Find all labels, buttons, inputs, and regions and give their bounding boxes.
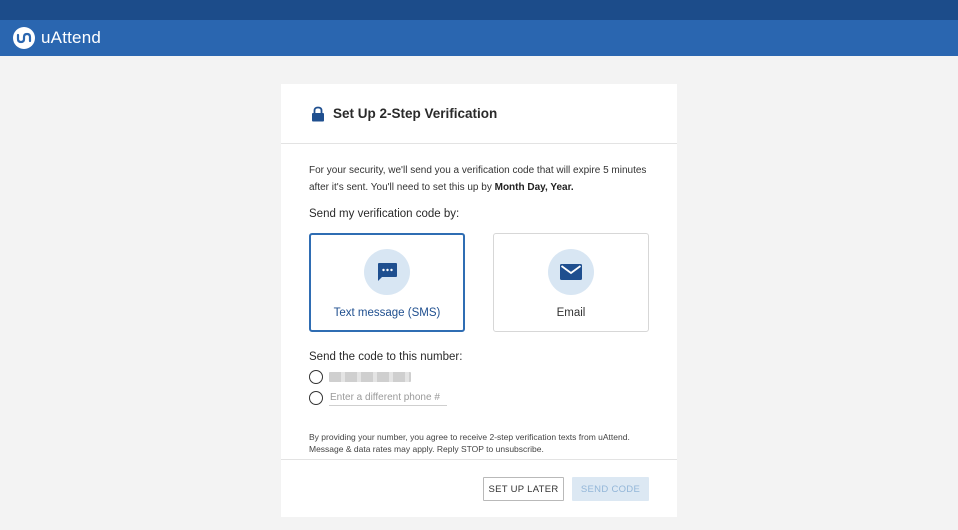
intro-deadline: Month Day, Year.	[494, 182, 574, 193]
dialog-header: Set Up 2-Step Verification	[281, 84, 677, 144]
envelope-icon	[560, 264, 582, 280]
intro-prefix: For your security, we'll send you a veri…	[309, 165, 647, 193]
different-number-row[interactable]	[309, 390, 447, 406]
set-up-later-button[interactable]: SET UP LATER	[483, 477, 564, 501]
phone-number-input[interactable]	[329, 390, 447, 406]
top-strip	[0, 0, 958, 20]
verification-dialog: Set Up 2-Step Verification For your secu…	[281, 84, 677, 517]
brand-name: uAttend	[41, 28, 102, 47]
number-label: Send the code to this number:	[309, 351, 463, 363]
app-header: uAttend	[0, 20, 958, 56]
chat-bubble-icon	[378, 263, 397, 281]
dialog-title: Set Up 2-Step Verification	[333, 106, 498, 121]
masked-phone-number	[329, 372, 411, 382]
email-option-label: Email	[556, 307, 586, 319]
sms-icon-bubble	[364, 249, 410, 295]
lock-icon	[312, 106, 324, 121]
dialog-footer: SET UP LATER SEND CODE	[281, 459, 677, 517]
method-label: Send my verification code by:	[309, 208, 460, 220]
sms-option[interactable]: Text message (SMS)	[309, 233, 465, 332]
consent-text: By providing your number, you agree to r…	[309, 432, 630, 454]
sms-option-label: Text message (SMS)	[333, 307, 441, 319]
email-option[interactable]: Email	[493, 233, 649, 332]
email-icon-bubble	[548, 249, 594, 295]
intro-text: For your security, we'll send you a veri…	[309, 162, 649, 196]
saved-number-radio[interactable]	[309, 370, 323, 384]
uattend-logo-icon	[13, 27, 35, 49]
saved-number-row[interactable]	[309, 370, 411, 384]
send-code-button[interactable]: SEND CODE	[572, 477, 649, 501]
different-number-radio[interactable]	[309, 391, 323, 405]
